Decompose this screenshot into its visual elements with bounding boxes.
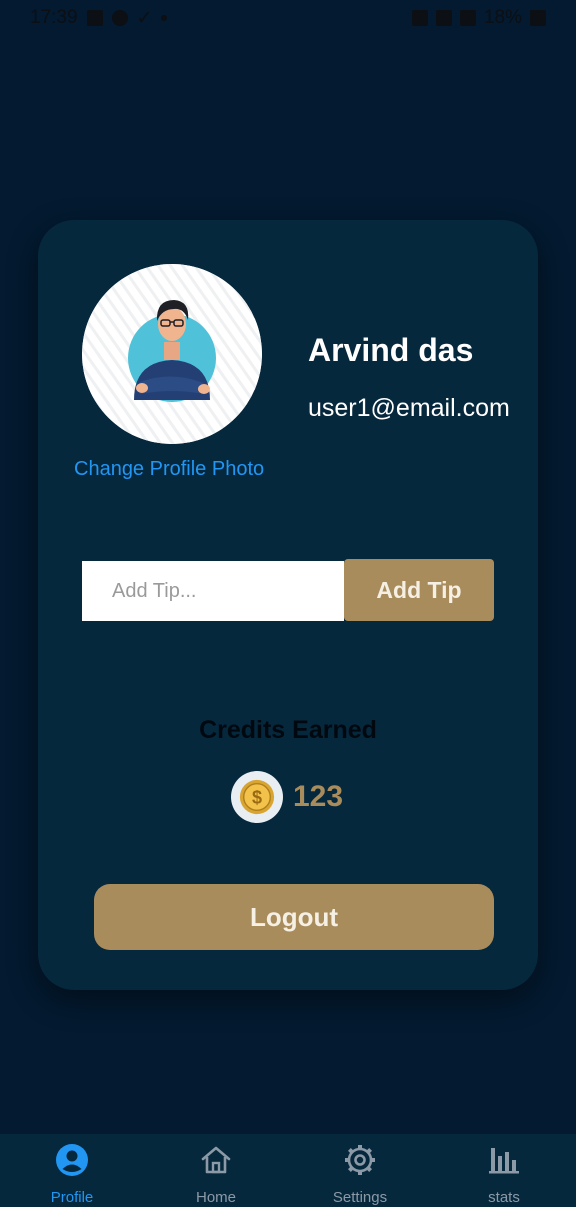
profile-card: Change Profile Photo Arvind das user1@em…	[38, 220, 538, 990]
bottom-nav: Profile Home Settings stats	[0, 1134, 576, 1207]
status-left: 17:39 ✓	[30, 7, 168, 30]
nav-label-profile: Profile	[50, 1189, 94, 1206]
mute-icon	[435, 10, 452, 26]
gear-icon	[345, 1145, 375, 1175]
app-notification-icon	[111, 10, 128, 26]
alarm-icon	[411, 10, 428, 26]
gallery-icon	[86, 10, 103, 26]
bar-chart-icon	[489, 1148, 519, 1174]
user-email: user1@email.com	[308, 394, 510, 422]
tip-input[interactable]	[82, 561, 344, 621]
battery-icon	[530, 10, 546, 26]
nav-label-settings: Settings	[332, 1189, 388, 1206]
nav-item-home[interactable]: Home	[144, 1134, 288, 1207]
svg-text:$: $	[252, 788, 262, 808]
battery-percentage: 18%	[483, 7, 522, 28]
credits-row: $ 123	[231, 771, 343, 823]
credits-earned-title: Credits Earned	[199, 716, 377, 744]
nav-label-stats: stats	[488, 1189, 520, 1206]
nav-label-home: Home	[195, 1189, 236, 1206]
add-tip-button[interactable]: Add Tip	[344, 559, 494, 621]
nav-item-settings[interactable]: Settings	[288, 1134, 432, 1207]
nav-item-profile[interactable]: Profile	[0, 1134, 144, 1207]
avatar[interactable]	[82, 264, 262, 444]
user-name: Arvind das	[308, 332, 474, 368]
status-time: 17:39	[30, 7, 78, 28]
status-right: 18%	[411, 7, 546, 29]
download-done-icon: ✓	[136, 7, 153, 29]
credits-value: 123	[293, 780, 344, 813]
nav-item-stats[interactable]: stats	[432, 1134, 576, 1207]
profile-icon	[56, 1144, 88, 1176]
logout-button[interactable]: Logout	[94, 884, 494, 950]
person-illustration-icon	[82, 264, 262, 444]
home-icon	[201, 1146, 231, 1174]
signal-icon	[459, 10, 476, 26]
profile-screen: 17:39 ✓ 18% Change Profile Photo Arvind …	[0, 0, 576, 1207]
change-profile-photo-link[interactable]: Change Profile Photo	[74, 458, 278, 481]
more-notifications-icon	[161, 15, 168, 21]
coin-icon: $	[231, 771, 283, 823]
status-bar: 17:39 ✓ 18%	[0, 0, 576, 36]
